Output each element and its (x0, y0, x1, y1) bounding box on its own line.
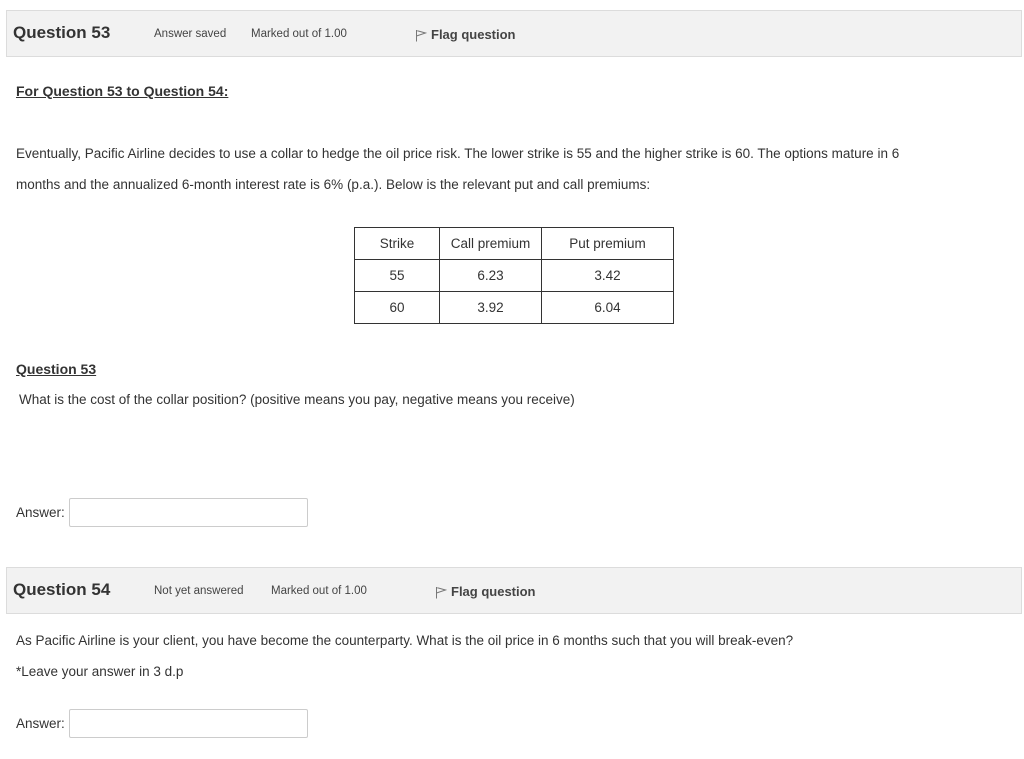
question-54-answer-row: Answer: (16, 709, 308, 738)
table-header-row: Strike Call premium Put premium (354, 227, 674, 260)
cell-put-premium: 3.42 (541, 259, 674, 292)
cell-strike: 60 (354, 291, 440, 324)
intro-paragraph: Eventually, Pacific Airline decides to u… (16, 138, 899, 200)
flag-question-button[interactable]: Flag question (435, 583, 536, 599)
flag-icon (416, 30, 427, 42)
table-row: 55 6.23 3.42 (354, 259, 674, 292)
flag-question-label: Flag question (451, 583, 536, 599)
question-53-header: Question 53 Answer saved Marked out of 1… (6, 10, 1022, 57)
question-number: Question 53 (13, 23, 110, 43)
table-row: 60 3.92 6.04 (354, 291, 674, 324)
question-53-subtitle: Question 53 (16, 361, 97, 377)
premium-table: Strike Call premium Put premium 55 6.23 … (354, 227, 674, 324)
question-54-note: *Leave your answer in 3 d.p (16, 664, 184, 679)
cell-strike: 55 (354, 259, 440, 292)
answer-label: Answer: (16, 716, 65, 731)
question-54-text: As Pacific Airline is your client, you h… (16, 633, 794, 648)
question-53-answer-input[interactable] (68, 498, 308, 527)
cell-put-premium: 6.04 (541, 291, 674, 324)
question-state: Not yet answered (154, 585, 244, 597)
question-53-answer-row: Answer: (16, 498, 308, 527)
question-label: Question (13, 23, 87, 42)
cell-call-premium: 6.23 (439, 259, 542, 292)
intro-line-2: months and the annualized 6-month intere… (16, 177, 651, 192)
header-put-premium: Put premium (541, 227, 674, 260)
question-number-value: 54 (91, 580, 111, 599)
header-strike: Strike (354, 227, 440, 260)
question-number: Question 54 (13, 580, 110, 600)
question-grade: Marked out of 1.00 (251, 28, 347, 40)
question-state: Answer saved (154, 28, 227, 40)
question-53-text: What is the cost of the collar position?… (19, 392, 575, 407)
cell-call-premium: 3.92 (439, 291, 542, 324)
flag-question-label: Flag question (431, 26, 516, 42)
flag-question-button[interactable]: Flag question (415, 26, 516, 42)
question-54-answer-input[interactable] (68, 709, 308, 738)
answer-label: Answer: (16, 505, 65, 520)
intro-line-1: Eventually, Pacific Airline decides to u… (16, 146, 900, 161)
question-label: Question (13, 580, 87, 599)
question-number-value: 53 (91, 23, 111, 42)
flag-icon (436, 587, 447, 599)
shared-intro-title: For Question 53 to Question 54: (16, 83, 229, 99)
question-grade: Marked out of 1.00 (271, 585, 367, 597)
header-call-premium: Call premium (439, 227, 542, 260)
question-54-header: Question 54 Not yet answered Marked out … (6, 567, 1022, 614)
